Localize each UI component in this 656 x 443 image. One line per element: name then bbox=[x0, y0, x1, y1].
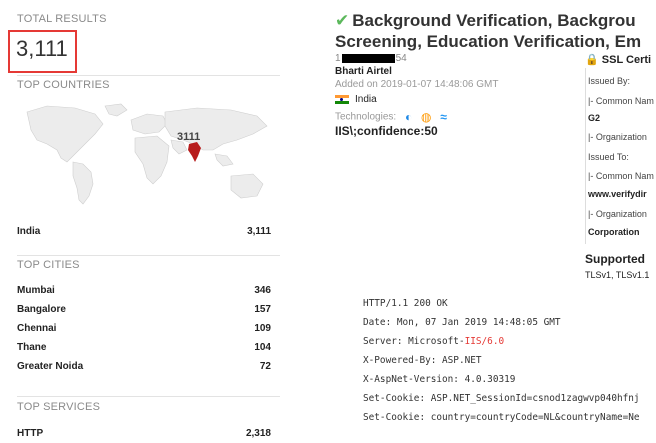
ssl-panel: 🔒 SSL Certi Issued By: |- Common Nam G2 … bbox=[585, 0, 656, 290]
country-label[interactable]: India bbox=[355, 94, 377, 105]
added-timestamp: Added on 2019-01-07 14:48:06 GMT bbox=[335, 79, 499, 90]
total-results-title: TOTAL RESULTS bbox=[17, 13, 107, 25]
http-banner: HTTP/1.1 200 OK Date: Mon, 07 Jan 2019 1… bbox=[363, 294, 656, 427]
ip-address[interactable]: 1 54 bbox=[335, 53, 407, 64]
facet-label[interactable]: Bangalore bbox=[17, 304, 66, 315]
issued-to-org-value: Corporation bbox=[588, 227, 640, 237]
banner-server-highlight: IIS/6.0 bbox=[464, 336, 505, 347]
banner-cookie-line: Set-Cookie: ASP.NET_SessionId=csnod1zagw… bbox=[363, 393, 640, 404]
aspnet-icon[interactable]: ≈ bbox=[440, 110, 447, 124]
issued-by-org-label: |- Organization bbox=[588, 132, 647, 142]
facet-row[interactable]: Greater Noida 72 bbox=[17, 361, 271, 372]
top-countries-title: TOP COUNTRIES bbox=[17, 79, 110, 91]
issued-to-label: Issued To: bbox=[588, 152, 629, 162]
facet-row[interactable]: Thane 104 bbox=[17, 342, 271, 353]
facet-label[interactable]: Thane bbox=[17, 342, 46, 353]
facet-row[interactable]: HTTP 2,318 bbox=[17, 428, 271, 439]
jquery-icon[interactable]: ◐ bbox=[405, 110, 412, 124]
country-link[interactable]: India bbox=[335, 94, 377, 105]
facet-row[interactable]: India 3,111 bbox=[17, 226, 271, 237]
facet-label[interactable]: Greater Noida bbox=[17, 361, 83, 372]
search-result: ✔ Background Verification, Backgrou Scree… bbox=[335, 0, 656, 443]
facet-row[interactable]: Mumbai 346 bbox=[17, 285, 271, 296]
supported-ssl-heading: Supported bbox=[585, 252, 645, 266]
facet-count: 104 bbox=[254, 342, 271, 353]
issued-by-cn-value: G2 bbox=[588, 113, 601, 123]
facet-row[interactable]: Chennai 109 bbox=[17, 323, 271, 334]
banner-date-line: Date: Mon, 07 Jan 2019 14:48:05 GMT bbox=[363, 317, 561, 328]
bootstrap-icon[interactable]: ◍ bbox=[421, 110, 431, 124]
world-map[interactable]: 3111 bbox=[17, 100, 279, 212]
banner-server-line: Server: Microsoft-IIS/6.0 bbox=[363, 336, 504, 347]
facet-count: 109 bbox=[254, 323, 271, 334]
banner-powered-line: X-Powered-By: ASP.NET bbox=[363, 355, 482, 366]
issued-to-cn-label: |- Common Nam bbox=[588, 171, 654, 181]
facet-label[interactable]: India bbox=[17, 226, 40, 237]
redaction-bar bbox=[341, 53, 395, 63]
ip-prefix: 1 bbox=[335, 53, 341, 64]
facet-count: 157 bbox=[254, 304, 271, 315]
india-flag-icon bbox=[335, 94, 349, 104]
total-results-value: 3,111 bbox=[16, 36, 68, 61]
checkmark-icon: ✔ bbox=[335, 11, 350, 30]
divider bbox=[17, 255, 280, 256]
tech-confidence: IIS\;confidence:50 bbox=[335, 124, 438, 138]
facet-label[interactable]: Mumbai bbox=[17, 285, 55, 296]
divider bbox=[17, 396, 280, 397]
map-count-label: 3111 bbox=[177, 131, 200, 143]
technologies-row: Technologies: ◐ ◍ ≈ bbox=[335, 110, 447, 124]
technologies-label: Technologies: bbox=[335, 111, 397, 123]
banner-server-prefix: Server: Microsoft- bbox=[363, 336, 465, 347]
divider bbox=[17, 75, 280, 76]
facets-sidebar: TOTAL RESULTS 3,111 TOP COUNTRIES 3111 I… bbox=[0, 0, 290, 443]
supported-tls-versions: TLSv1, TLSv1.1 bbox=[585, 270, 650, 280]
facet-count: 2,318 bbox=[245, 428, 271, 439]
top-services-title: TOP SERVICES bbox=[17, 401, 101, 413]
facet-label[interactable]: HTTP bbox=[17, 428, 43, 439]
ssl-header: 🔒 SSL Certi bbox=[585, 53, 651, 66]
ssl-header-text: SSL Certi bbox=[601, 54, 652, 66]
facet-count: 346 bbox=[254, 285, 271, 296]
facet-row[interactable]: Bangalore 157 bbox=[17, 304, 271, 315]
facet-label[interactable]: Chennai bbox=[17, 323, 56, 334]
issued-by-label: Issued By: bbox=[588, 76, 631, 86]
ssl-divider bbox=[585, 68, 586, 244]
organization-link[interactable]: Bharti Airtel bbox=[335, 66, 392, 77]
banner-cookie-line: Set-Cookie: country=countryCode=NL&count… bbox=[363, 412, 640, 423]
issued-to-cn-value: www.verifydir bbox=[588, 189, 647, 199]
facet-count: 3,111 bbox=[247, 226, 271, 237]
banner-status-line: HTTP/1.1 200 OK bbox=[363, 298, 448, 309]
top-cities-title: TOP CITIES bbox=[17, 259, 80, 271]
banner-aspnet-line: X-AspNet-Version: 4.0.30319 bbox=[363, 374, 516, 385]
facet-count: 72 bbox=[259, 361, 271, 372]
issued-by-cn-label: |- Common Nam bbox=[588, 96, 654, 106]
issued-to-org-label: |- Organization bbox=[588, 209, 647, 219]
ip-suffix: 54 bbox=[395, 53, 407, 64]
lock-icon: 🔒 bbox=[585, 54, 599, 66]
